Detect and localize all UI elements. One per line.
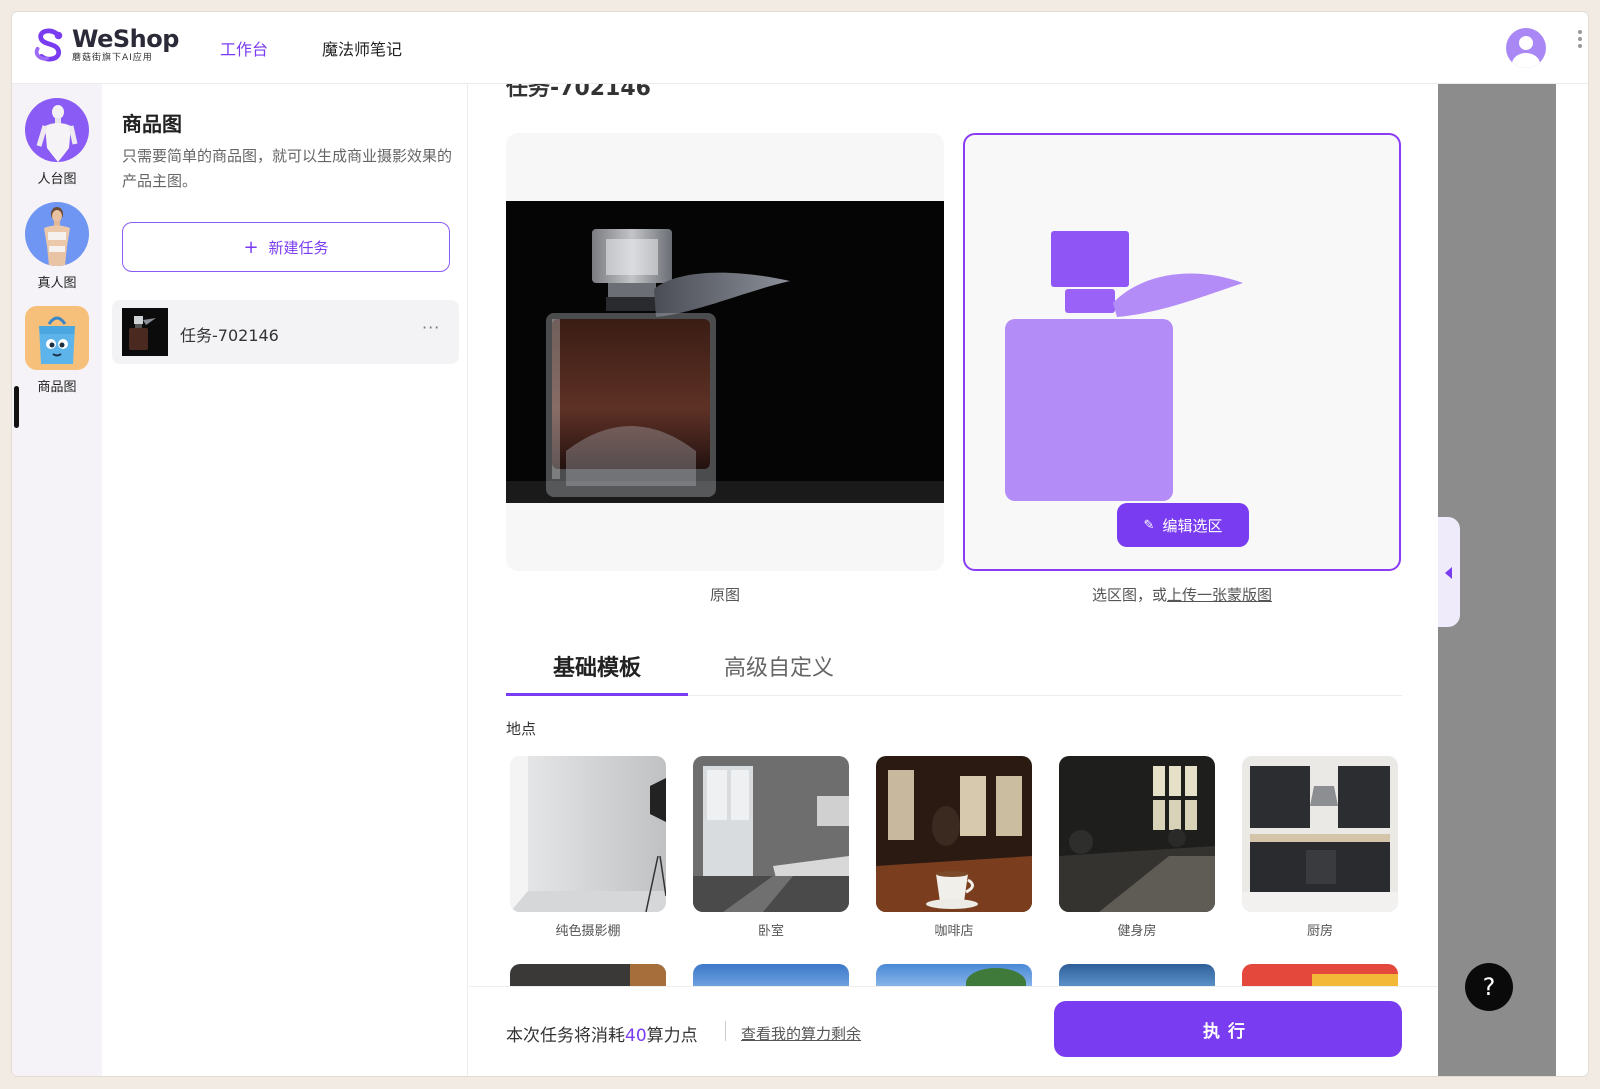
template-cafe[interactable]: 咖啡店 [876, 756, 1032, 939]
sidebar-item-label: 人台图 [37, 172, 77, 187]
brand-logo[interactable]: WeShop 蘑菇街旗下AI应用 [30, 26, 179, 64]
sidebar: 人台图 真人图 商品图 [12, 84, 102, 1076]
new-task-label: 新建任务 [268, 238, 329, 257]
avatar-head-shape [1519, 36, 1533, 50]
brand-name: WeShop [72, 25, 179, 53]
product-thumbnail [25, 306, 89, 370]
mask-image-caption: 选区图，或上传一张蒙版图 [963, 584, 1401, 605]
more-options-icon[interactable]: ··· [422, 318, 440, 337]
bottom-action-bar: 本次任务将消耗40算力点 查看我的算力剩余 执行 [469, 986, 1438, 1076]
mannequin-icon [36, 105, 78, 162]
nav-magician-notes[interactable]: 魔法师笔记 [322, 36, 402, 60]
help-icon: ? [1482, 973, 1496, 1001]
template-label: 健身房 [1117, 924, 1157, 939]
task-panel: 商品图 只需要简单的商品图，就可以生成商业摄影效果的产品主图。 + 新建任务 任… [102, 84, 468, 1076]
cost-prefix: 本次任务将消耗 [506, 1026, 625, 1046]
sidebar-item-real-person[interactable]: 真人图 [12, 202, 102, 291]
sidebar-item-mannequin[interactable]: 人台图 [12, 98, 102, 187]
template-label: 咖啡店 [934, 924, 974, 939]
help-button[interactable]: ? [1465, 963, 1513, 1011]
avatar-body-shape [1512, 53, 1540, 68]
template-thumbnail [510, 756, 666, 912]
nav-workbench[interactable]: 工作台 [220, 36, 268, 60]
template-kitchen[interactable]: 厨房 [1242, 756, 1398, 939]
kitchen-scene-image [1242, 756, 1398, 912]
brand-text: WeShop 蘑菇街旗下AI应用 [72, 26, 179, 64]
studio-scene-image [510, 756, 666, 912]
perfume-bottle-image [506, 201, 944, 503]
template-thumbnail [876, 756, 1032, 912]
drawer-toggle-button[interactable] [1438, 517, 1460, 627]
sidebar-item-label: 商品图 [37, 380, 77, 395]
execute-button[interactable]: 执行 [1054, 1001, 1402, 1057]
perfume-thumbnail-icon [129, 316, 156, 350]
edit-selection-label: 编辑选区 [1162, 516, 1223, 535]
template-label: 纯色摄影棚 [555, 924, 621, 939]
bedroom-scene-image [693, 756, 849, 912]
pencil-icon: ✎ [1143, 517, 1155, 533]
mask-image-card[interactable]: ✎ 编辑选区 [963, 133, 1401, 571]
upload-mask-link[interactable]: 上传一张蒙版图 [1167, 586, 1272, 604]
original-image-caption: 原图 [709, 586, 740, 604]
plus-icon: + [243, 236, 259, 258]
location-section-label: 地点 [506, 720, 537, 738]
app-window: WeShop 蘑菇街旗下AI应用 工作台 魔法师笔记 人台图 真人图 商品图 商… [12, 12, 1588, 1076]
window-menu-icon[interactable] [1578, 30, 1584, 52]
template-label: 卧室 [757, 924, 784, 939]
cost-text: 本次任务将消耗40算力点 [506, 1021, 698, 1046]
person-icon [44, 207, 70, 266]
template-gym[interactable]: 健身房 [1059, 756, 1215, 939]
template-studio[interactable]: 纯色摄影棚 [510, 756, 666, 939]
real-person-thumbnail [25, 202, 89, 266]
template-thumbnail [1242, 756, 1398, 912]
user-avatar[interactable] [1506, 28, 1546, 68]
brand-subtitle: 蘑菇街旗下AI应用 [72, 53, 153, 63]
original-image-card[interactable] [506, 133, 944, 571]
template-label: 厨房 [1306, 924, 1333, 939]
sidebar-item-product[interactable]: 商品图 [12, 306, 102, 395]
divider [725, 1021, 726, 1041]
new-task-button[interactable]: + 新建任务 [122, 222, 450, 272]
cafe-scene-image [876, 756, 1032, 912]
task-panel-title: 商品图 [122, 112, 182, 136]
gym-scene-image [1059, 756, 1215, 912]
tab-basic-templates[interactable]: 基础模板 [506, 650, 688, 696]
mannequin-thumbnail [25, 98, 89, 162]
caret-left-icon [1445, 567, 1452, 579]
check-balance-link[interactable]: 查看我的算力剩余 [741, 1023, 861, 1044]
template-thumbnail [693, 756, 849, 912]
cost-suffix: 算力点 [646, 1026, 698, 1046]
task-thumbnail [122, 308, 168, 356]
task-list-item[interactable]: 任务-702146 ··· [112, 300, 459, 364]
shopping-bag-icon [39, 316, 75, 364]
tab-advanced-custom[interactable]: 高级自定义 [688, 650, 870, 696]
edit-selection-button[interactable]: ✎ 编辑选区 [1117, 503, 1249, 547]
template-tabs: 基础模板 高级自定义 [506, 640, 1402, 696]
main-content: 任务-702146 原图 ✎ 编辑选区 选区图，或上传一张蒙版图 基础模板 高级… [469, 84, 1438, 1076]
mask-caption-prefix: 选区图，或 [1091, 586, 1167, 604]
original-product-photo [506, 201, 944, 503]
sidebar-item-label: 真人图 [37, 276, 77, 291]
main-nav: 工作台 魔法师笔记 [220, 12, 456, 84]
weshop-logo-icon [34, 28, 63, 62]
task-name: 任务-702146 [180, 326, 279, 345]
task-panel-description: 只需要简单的商品图，就可以生成商业摄影效果的产品主图。 [122, 147, 453, 190]
cost-value: 40 [625, 1026, 647, 1046]
task-title: 任务-702146 [506, 84, 651, 101]
template-bedroom[interactable]: 卧室 [693, 756, 849, 939]
top-bar: WeShop 蘑菇街旗下AI应用 工作台 魔法师笔记 [12, 12, 1588, 84]
template-thumbnail [1059, 756, 1215, 912]
